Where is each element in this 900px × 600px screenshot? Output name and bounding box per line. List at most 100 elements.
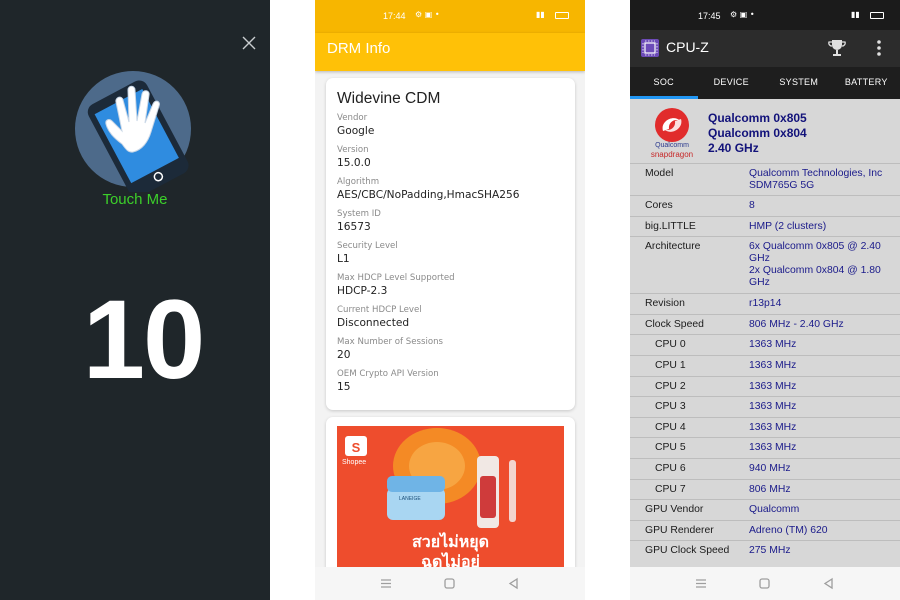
row-label: GPU Clock Speed [645,545,730,557]
app-bar: CPU-Z [630,30,900,67]
laneige-brand: LANEIGE [399,496,421,502]
trophy-icon[interactable] [827,38,847,58]
soc-summary: Qualcomm 0x805 Qualcomm 0x804 2.40 GHz [708,111,807,156]
row-value: Qualcomm Technologies, Inc SDM765G 5G [749,168,883,191]
row-value: 940 MHz [749,462,791,474]
tab-system[interactable]: SYSTEM [765,67,833,99]
shopee-brand: Shopee [342,459,367,466]
drm-field-value: 16573 [337,221,371,233]
close-icon[interactable] [241,35,257,51]
logo-text-snapdragon: snapdragon [650,150,694,159]
drm-field-value: Google [337,125,375,137]
row-value: 275 MHz [749,545,791,557]
row-label: Architecture [645,241,701,253]
table-row: CPU 2 1363 MHz [630,375,900,397]
table-row: CPU 7 806 MHz [630,478,900,500]
row-value: 1363 MHz [749,401,797,413]
drm-field-value: L1 [337,253,350,265]
row-value: Qualcomm [749,504,800,516]
logo-text-qualcomm: Qualcomm [655,142,689,149]
tab-soc[interactable]: SOC [630,67,698,99]
home-icon[interactable] [759,578,770,589]
drm-field-value: AES/CBC/NoPadding,HmacSHA256 [337,189,520,201]
touch-test-panel: Touch Me 10 [0,0,270,600]
signal-icon: ▮▮ [536,10,545,19]
battery-icon [555,12,569,19]
table-row: GPU Clock Speed 275 MHz [630,540,900,561]
row-label: CPU 1 [655,359,686,371]
row-value: 1363 MHz [749,380,797,392]
signal-icon: ▮▮ [851,10,860,19]
shopee-banner[interactable]: S Shopee LANEIGE สวยไม่หยุด ฉดไม่อย่ [337,426,564,577]
row-label: Cores [645,200,673,211]
drm-field-label: Vendor [337,113,368,123]
status-time: 17:45 [698,11,721,21]
row-value: 806 MHz [749,483,791,495]
table-row: CPU 4 1363 MHz [630,416,900,438]
menu-icon[interactable] [696,579,706,588]
row-label: CPU 4 [655,421,686,433]
status-time: 17:44 [383,11,406,21]
table-row: CPU 3 1363 MHz [630,396,900,417]
drm-field: Algorithm AES/CBC/NoPadding,HmacSHA256 [337,176,564,202]
row-value: 6x Qualcomm 0x805 @ 2.40 GHz 2x Qualcomm… [749,241,881,289]
drm-field-label: Algorithm [337,177,380,187]
row-label: CPU 3 [655,401,686,413]
drm-field-list: Vendor Google Version 15.0.0 Algorithm AES/CB… [337,112,564,394]
svg-text:S: S [352,440,361,455]
drm-field-label: Max Number of Sessions [337,337,444,347]
drm-field-label: Max HDCP Level Supported [337,273,455,283]
row-label: CPU 7 [655,483,686,495]
drm-field-label: System ID [337,209,381,219]
app-bar: DRM Info [315,33,585,71]
drm-field-label: Current HDCP Level [337,305,422,315]
ad-card[interactable]: S Shopee LANEIGE สวยไม่หยุด ฉดไม่อย่ [326,417,575,577]
drm-field: System ID 16573 [337,208,564,234]
table-row: CPU 0 1363 MHz [630,334,900,355]
drm-field-label: Version [337,145,369,155]
row-value: Adreno (TM) 620 [749,524,828,536]
app-title: DRM Info [327,40,391,57]
table-row: CPU 5 1363 MHz [630,437,900,458]
touch-count: 10 [82,277,206,402]
drm-field-value: 20 [337,349,351,361]
tab-device[interactable]: DEVICE [698,67,766,99]
table-row: Cores 8 [630,195,900,216]
drm-field-value: 15.0.0 [337,157,371,169]
battery-icon [870,12,884,19]
row-value: 8 [749,200,755,211]
status-bar: 17:45 ⚙ ▣ • ▮▮ [630,0,900,30]
drm-field: Version 15.0.0 [337,144,564,170]
back-icon[interactable] [508,577,518,590]
more-options-icon[interactable] [874,39,884,57]
card-title: Widevine CDM [337,90,441,107]
table-row: Architecture 6x Qualcomm 0x805 @ 2.40 GHz… [630,236,900,293]
row-label: big.LITTLE [645,220,696,232]
row-value: 1363 MHz [749,421,797,433]
touch-me-label: Touch Me [102,191,168,208]
soc-line: Qualcomm 0x805 [708,111,807,125]
table-row: Revision r13p14 [630,293,900,314]
home-icon[interactable] [444,578,455,589]
row-label: CPU 6 [655,462,686,474]
tab-battery[interactable]: BATTERY [833,67,900,99]
table-row: GPU Renderer Adreno (TM) 620 [630,519,900,541]
row-value: 806 MHz - 2.40 GHz [749,318,844,330]
row-value: 1363 MHz [749,339,797,351]
row-value: 1363 MHz [749,359,797,371]
drm-field: Max HDCP Level Supported HDCP-2.3 [337,272,564,298]
touch-hand-icon[interactable] [70,66,196,192]
table-row: GPU Vendor Qualcomm [630,499,900,520]
drm-field-value: Disconnected [337,317,410,329]
status-notification-icons: ⚙ ▣ • [730,10,755,19]
cpu-chip-icon [641,39,659,57]
drm-field: Max Number of Sessions 20 [337,336,564,362]
drm-field: Security Level L1 [337,240,564,266]
row-label: GPU Vendor [645,504,704,516]
back-icon[interactable] [823,577,833,590]
status-bar: 17:44 ⚙ ▣ • ▮▮ [315,0,585,33]
drm-info-panel: 17:44 ⚙ ▣ • ▮▮ DRM Info Widevine CDM Ven… [315,0,585,600]
row-label: Clock Speed [645,318,704,330]
menu-icon[interactable] [381,579,391,588]
cpuz-panel: 17:45 ⚙ ▣ • ▮▮ CPU-Z SOC DEVICE SYSTEM B… [630,0,900,600]
